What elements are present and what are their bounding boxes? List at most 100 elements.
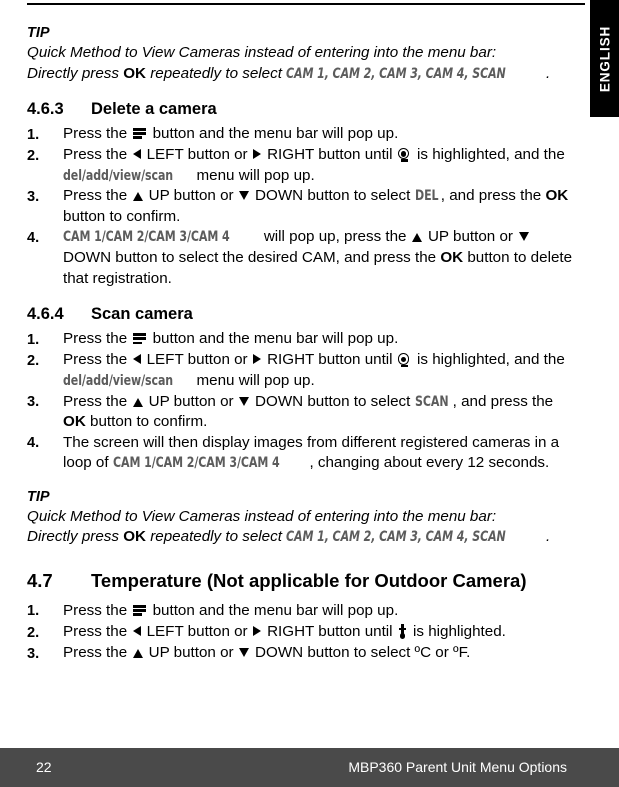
step-text: Press the button and the menu bar will p… [63,125,399,142]
tip-block-bottom: TIP Quick Method to View Cameras instead… [27,488,579,548]
tip-line-1: Quick Method to View Cameras instead of … [27,507,497,525]
arrow-right-icon [253,626,262,636]
tip-line-2-end: . [545,528,551,546]
section-title: Temperature (Not applicable for Outdoor … [91,569,527,591]
device-label: del/add/view/scan [63,166,174,184]
step-number: 3. [27,645,40,662]
step-number: 2. [27,352,40,369]
ok-button-label: OK [123,528,146,546]
instruction-step: 3. Press the UP button or DOWN button to … [27,186,579,227]
tip-text: Quick Method to View Cameras instead of … [27,43,579,84]
tip-line-1: Quick Method to View Cameras instead of … [27,44,497,61]
tip-line-2-pre: Directly press [27,528,124,546]
manual-page: TIP Quick Method to View Cameras instead… [0,0,619,787]
instruction-step: 2. Press the LEFT button or RIGHT button … [27,350,579,391]
button-label: OK [545,187,569,205]
language-tab-label: ENGLISH [597,25,612,92]
arrow-down-icon [239,396,250,406]
device-label: DEL [414,187,439,205]
instruction-step: 1. Press the button and the menu bar will… [27,601,579,622]
tip-line-2-mid: repeatedly to select [146,528,287,546]
page-content: TIP Quick Method to View Cameras instead… [27,24,579,666]
section-number: 4.6.4 [27,305,64,324]
device-label: CAM 1/CAM 2/CAM 3/CAM 4 [112,454,280,472]
instruction-step: 3. Press the UP button or DOWN button to … [27,643,579,664]
tip-line-2-pre: Directly press [27,64,124,82]
arrow-left-icon [132,354,141,365]
device-option-list: CAM 1, CAM 2, CAM 3, CAM 4, SCAN [286,64,506,82]
section-title: Scan camera [91,305,193,324]
step-text: Press the UP button or DOWN button to se… [63,187,569,225]
step-number: 3. [27,188,40,205]
arrow-left-icon [132,626,141,636]
tip-text: Quick Method to View Cameras instead of … [27,507,579,548]
instruction-step: 1. Press the button and the menu bar will… [27,124,579,145]
step-text: Press the LEFT button or RIGHT button un… [63,350,579,391]
camera-icon [397,353,412,367]
steps-463: 1. Press the button and the menu bar will… [27,124,579,289]
instruction-step: 2. Press the LEFT button or RIGHT button … [27,622,579,643]
tip-label: TIP [27,25,50,41]
device-label: CAM 1/CAM 2/CAM 3/CAM 4 [63,228,230,246]
section-title: Delete a camera [91,100,217,118]
step-number: 4. [27,435,40,452]
section-number: 4.7 [27,569,53,591]
arrow-up-icon [132,649,143,659]
instruction-step: 4. The screen will then display images fr… [27,433,579,474]
step-text: Press the button and the menu bar will p… [63,601,399,619]
step-number: 3. [27,394,40,411]
steps-464: 1. Press the button and the menu bar will… [27,329,579,474]
tip-line-2-end: . [545,64,551,82]
button-label: OK [440,249,464,267]
tip-label: TIP [27,488,50,505]
step-text: Press the LEFT button or RIGHT button un… [63,623,506,640]
language-tab: ENGLISH [590,0,619,117]
arrow-right-icon [253,354,262,365]
instruction-step: 2. Press the LEFT button or RIGHT button … [27,145,579,186]
device-option-list: CAM 1, CAM 2, CAM 3, CAM 4, SCAN [286,528,506,546]
step-number: 1. [27,331,40,348]
step-text: The screen will then display images from… [63,433,579,474]
step-text: Press the UP button or DOWN button to se… [63,644,471,662]
camera-icon [397,148,412,162]
footer-title: MBP360 Parent Unit Menu Options [348,759,567,775]
ok-button-label: OK [123,64,146,82]
step-number: 1. [27,126,40,143]
step-number: 4. [27,229,40,246]
tip-line-2-mid: repeatedly to select [146,64,287,82]
arrow-up-icon [132,192,143,202]
section-heading-464: 4.6.4 Scan camera [27,305,579,324]
steps-47: 1. Press the button and the menu bar will… [27,601,579,664]
button-label: OK [63,413,86,431]
step-text: Press the button and the menu bar will p… [63,330,399,348]
page-footer: 22 MBP360 Parent Unit Menu Options [0,748,619,787]
menu-icon [133,604,147,616]
arrow-up-icon [132,397,143,407]
section-heading-47: 4.7 Temperature (Not applicable for Outd… [27,570,579,592]
arrow-right-icon [253,149,262,160]
page-number: 22 [36,759,52,775]
step-text: Press the LEFT button or RIGHT button un… [63,145,579,186]
menu-icon [133,127,147,139]
step-number: 1. [27,603,40,620]
menu-icon [133,332,147,345]
header-rule [27,3,585,5]
step-text: Press the UP button or DOWN button to se… [63,392,554,431]
step-text: CAM 1/CAM 2/CAM 3/CAM 4 will pop up, pre… [63,228,573,287]
arrow-left-icon [132,149,141,160]
tip-block-top: TIP Quick Method to View Cameras instead… [27,24,579,84]
arrow-down-icon [239,648,250,658]
arrow-down-icon [239,191,250,201]
step-number: 2. [27,147,40,164]
device-label: SCAN [414,392,449,410]
arrow-up-icon [412,233,423,243]
instruction-step: 4. CAM 1/CAM 2/CAM 3/CAM 4 will pop up, p… [27,227,579,289]
section-number: 4.6.3 [27,100,64,118]
thermometer-icon [399,624,407,639]
device-label: del/add/view/scan [63,371,174,389]
step-number: 2. [27,624,40,641]
section-heading-463: 4.6.3 Delete a camera [27,100,579,119]
instruction-step: 1. Press the button and the menu bar will… [27,329,579,350]
arrow-down-icon [518,232,529,242]
instruction-step: 3. Press the UP button or DOWN button to … [27,392,579,433]
